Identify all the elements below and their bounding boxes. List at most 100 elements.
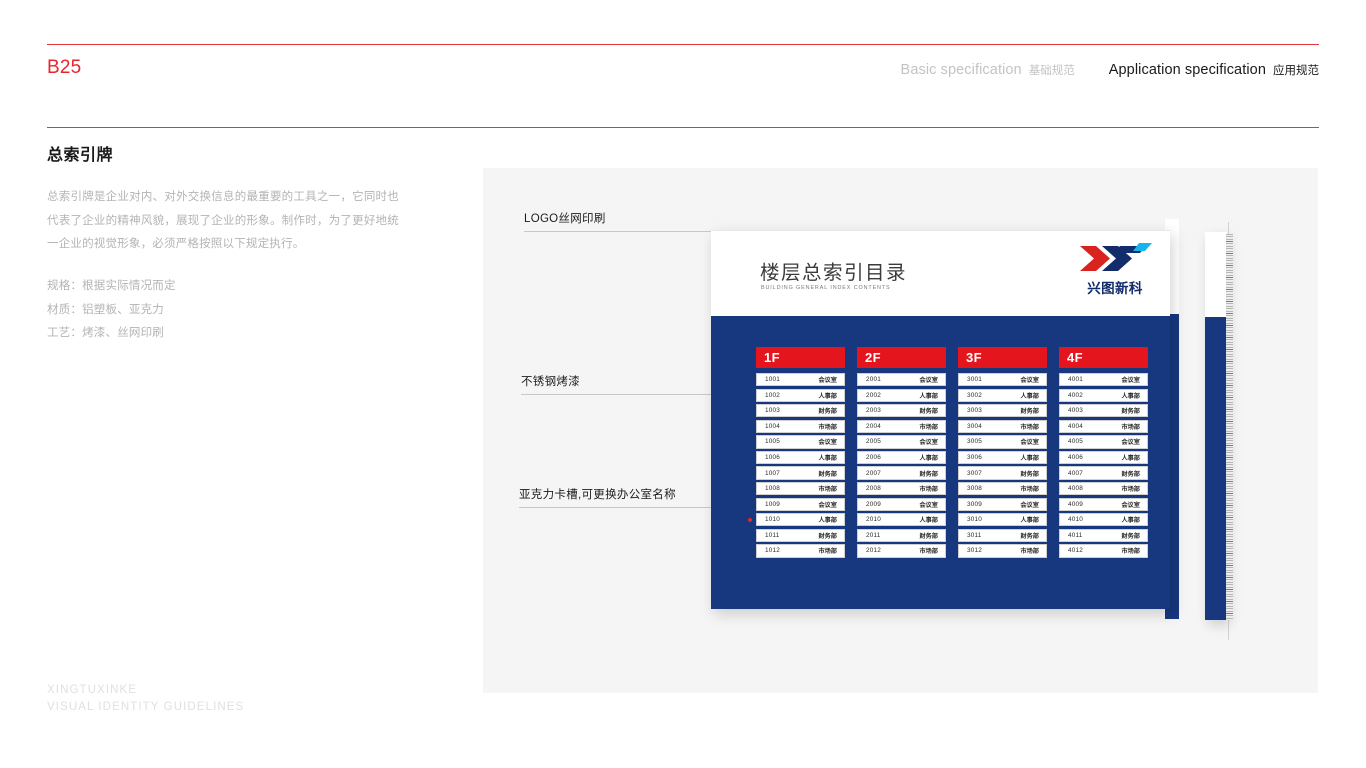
table-row[interactable]: 1003 财务部 [756, 404, 845, 418]
room-name: 市场部 [818, 423, 837, 431]
room-name: 会议室 [818, 439, 837, 447]
table-row[interactable]: 3010 人事部 [958, 513, 1047, 527]
sign-edge-front-white [1205, 232, 1227, 317]
room-name: 人事部 [1020, 392, 1039, 400]
table-row[interactable]: 3004 市场部 [958, 419, 1047, 433]
table-row[interactable]: 2007 财务部 [857, 466, 946, 480]
table-row[interactable]: 2012 市场部 [857, 544, 946, 558]
table-row[interactable]: 1011 财务部 [756, 528, 845, 542]
table-row[interactable]: 4001 会议室 [1059, 373, 1148, 387]
header-sub-rule [47, 127, 1319, 128]
header-item-application-specification[interactable]: Application specification 应用规范 [1109, 62, 1319, 78]
room-number: 3009 [967, 500, 983, 508]
table-row[interactable]: 1008 市场部 [756, 482, 845, 496]
table-row[interactable]: 2003 财务部 [857, 404, 946, 418]
table-row[interactable]: 2002 人事部 [857, 388, 946, 402]
room-number: 2003 [866, 407, 882, 415]
index-sign-board: 楼层总索引目录 BUILDING GENERAL INDEX CONTENTS [711, 230, 1170, 609]
table-row[interactable]: 4011 财务部 [1059, 528, 1148, 542]
room-name: 财务部 [818, 532, 837, 540]
table-row[interactable]: 2005 会议室 [857, 435, 946, 449]
room-name: 会议室 [1121, 439, 1140, 447]
table-row[interactable]: 3002 人事部 [958, 388, 1047, 402]
table-row[interactable]: 4006 人事部 [1059, 450, 1148, 465]
table-row[interactable]: 2001 会议室 [857, 373, 946, 387]
table-row[interactable]: 2008 市场部 [857, 482, 946, 496]
room-name: 财务部 [919, 532, 938, 540]
floor-column-4f: 4F 4001 会议室 4002 人事部 4003 财务部 4004 市场部 4005 会… [1059, 347, 1148, 560]
logo-company-name: 兴图新科 [1087, 281, 1143, 297]
table-row[interactable]: 2004 市场部 [857, 419, 946, 433]
page-root: B25 Basic specification 基础规范 Application… [0, 0, 1366, 768]
header-item-basic-specification[interactable]: Basic specification 基础规范 [901, 62, 1075, 78]
table-row[interactable]: 4004 市场部 [1059, 419, 1148, 433]
table-row[interactable]: 3003 财务部 [958, 404, 1047, 418]
room-name: 市场部 [1020, 423, 1039, 431]
table-row[interactable]: 3012 市场部 [958, 544, 1047, 558]
room-name: 市场部 [1020, 486, 1039, 494]
table-row[interactable]: 2011 财务部 [857, 528, 946, 542]
room-name: 市场部 [1121, 548, 1140, 556]
table-row[interactable]: 4012 市场部 [1059, 544, 1148, 558]
table-row[interactable]: 2010 人事部 [857, 513, 946, 527]
room-name: 人事部 [1121, 454, 1140, 462]
table-row[interactable]: 1007 财务部 [756, 466, 845, 480]
floor-columns: 1F 1001 会议室 1002 人事部 1003 财务部 1004 市场部 1005 会… [756, 347, 1148, 560]
table-row[interactable]: 1002 人事部 [756, 388, 845, 402]
room-number: 2001 [866, 376, 882, 384]
room-number: 2006 [866, 453, 882, 461]
spec-material: 材质：铝塑板、亚克力 [47, 303, 164, 316]
header-app-en: Application specification [1108, 62, 1266, 78]
table-row[interactable]: 4005 会议室 [1059, 435, 1148, 449]
table-row[interactable]: 2006 人事部 [857, 450, 946, 465]
table-row[interactable]: 1005 会议室 [756, 435, 845, 449]
room-name: 市场部 [919, 486, 938, 494]
room-name: 人事部 [1020, 454, 1039, 462]
room-number: 4011 [1068, 531, 1083, 539]
table-row[interactable]: 3008 市场部 [958, 482, 1047, 496]
table-row-highlighted[interactable]: 1010 人事部 [756, 513, 845, 527]
room-name: 财务部 [818, 408, 837, 416]
room-number: 2004 [866, 422, 882, 430]
room-number: 4010 [1068, 516, 1084, 524]
floor-column-3f: 3F 3001 会议室 3002 人事部 3003 财务部 3004 市场部 3005 会… [958, 347, 1047, 560]
table-row[interactable]: 1009 会议室 [756, 497, 845, 511]
table-row[interactable]: 4002 人事部 [1059, 388, 1148, 402]
table-row[interactable]: 3007 财务部 [958, 466, 1047, 480]
table-row[interactable]: 1006 人事部 [756, 450, 845, 465]
room-number: 3007 [967, 469, 983, 477]
room-name: 市场部 [919, 423, 938, 431]
table-row[interactable]: 4009 会议室 [1059, 497, 1148, 511]
room-number: 4003 [1068, 407, 1084, 415]
room-number: 3008 [967, 485, 983, 493]
table-row[interactable]: 2009 会议室 [857, 497, 946, 511]
header-basic-en: Basic specification [900, 62, 1022, 78]
header-top-rule [47, 44, 1319, 45]
spec-size: 规格：根据实际情况而定 [47, 280, 176, 292]
room-name: 人事部 [919, 454, 938, 462]
room-name: 人事部 [818, 392, 837, 400]
table-row[interactable]: 4010 人事部 [1059, 513, 1148, 527]
table-row[interactable]: 3005 会议室 [958, 435, 1047, 449]
table-row[interactable]: 3001 会议室 [958, 373, 1047, 387]
table-row[interactable]: 1001 会议室 [756, 373, 845, 387]
room-name: 人事部 [919, 392, 938, 400]
room-name: 人事部 [919, 517, 938, 525]
table-row[interactable]: 1012 市场部 [756, 544, 845, 558]
sign-board-header: 楼层总索引目录 BUILDING GENERAL INDEX CONTENTS [711, 230, 1170, 316]
section-description: 总索引牌是企业对内、对外交换信息的最重要的工具之一，它同时也代表了企业的精神风貌… [47, 191, 399, 251]
table-row[interactable]: 3011 财务部 [958, 528, 1047, 542]
room-number: 2012 [866, 547, 882, 555]
table-row[interactable]: 4003 财务部 [1059, 404, 1148, 418]
room-number: 4009 [1068, 500, 1084, 508]
table-row[interactable]: 3006 人事部 [958, 450, 1047, 465]
table-row[interactable]: 4007 财务部 [1059, 466, 1148, 480]
table-row[interactable]: 1004 市场部 [756, 419, 845, 433]
footer-line-2: VISUAL IDENTITY GUIDELINES [47, 700, 245, 713]
sign-edge-ribbed-texture [1226, 234, 1233, 620]
room-name: 会议室 [1020, 439, 1039, 447]
table-row[interactable]: 4008 市场部 [1059, 482, 1148, 496]
room-number: 3006 [967, 453, 983, 461]
table-row[interactable]: 3009 会议室 [958, 497, 1047, 511]
room-name: 财务部 [1121, 470, 1140, 478]
